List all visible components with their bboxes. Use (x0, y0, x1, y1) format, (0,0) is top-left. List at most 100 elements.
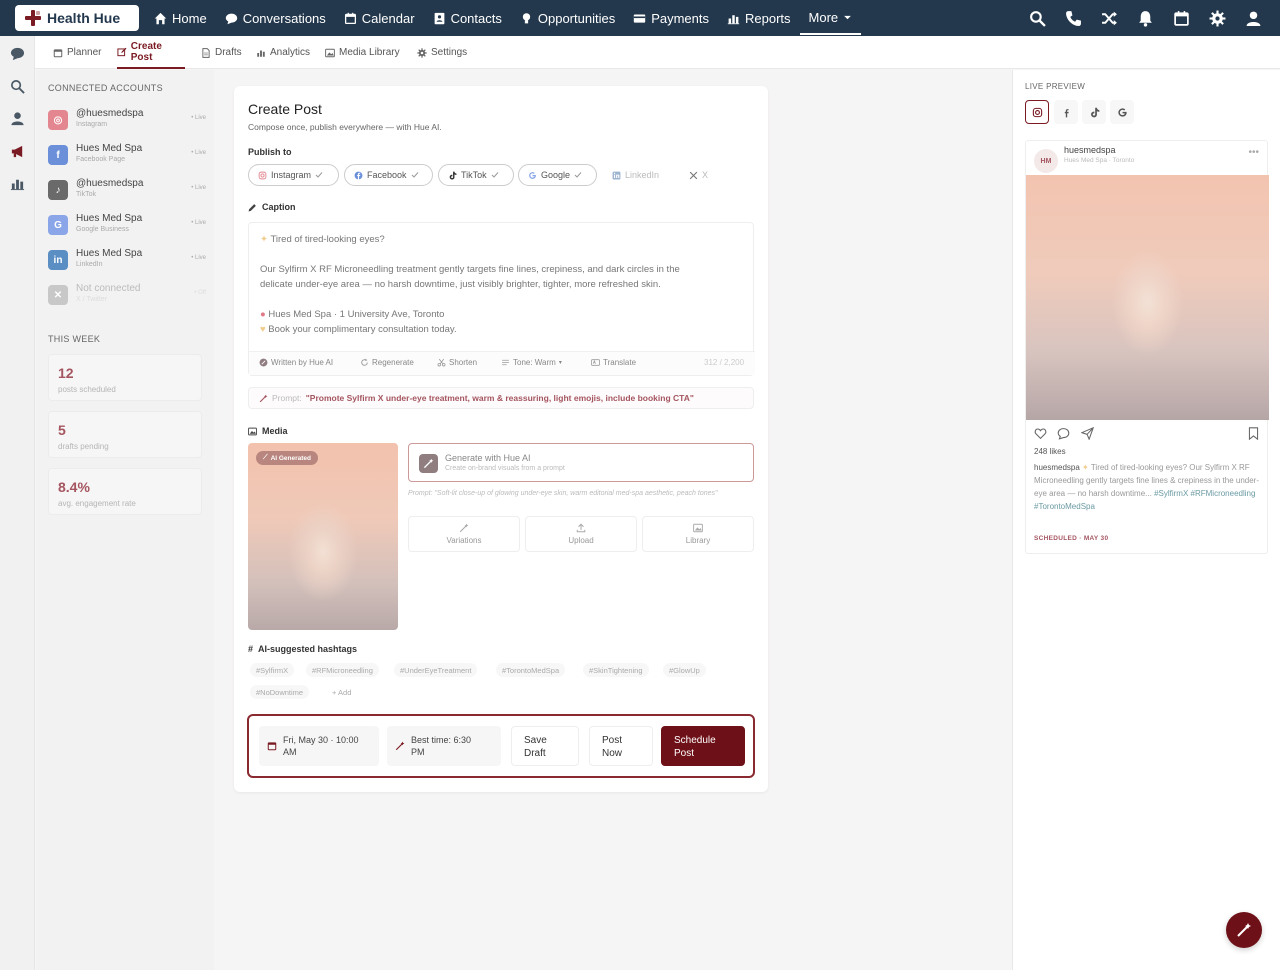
shuffle-icon[interactable] (1101, 10, 1118, 27)
search-icon[interactable] (1029, 10, 1046, 27)
bookmark-icon[interactable] (1247, 427, 1260, 440)
more-options-icon[interactable]: ••• (1248, 147, 1259, 158)
account-row[interactable]: ◎ @huesmedspa Instagram • Live (48, 108, 206, 138)
account-row[interactable]: f Hues Med Spa Facebook Page • Live (48, 143, 206, 173)
account-row[interactable]: ✕ Not connected X / Twitter • Off (48, 283, 206, 313)
search-icon[interactable] (10, 79, 25, 94)
tone-dropdown[interactable]: Tone: Warm ▾ (501, 358, 562, 367)
post-image (1026, 175, 1269, 420)
nav-more-label: More (808, 9, 839, 25)
hashtag-chip[interactable]: #TorontoMedSpa (496, 663, 566, 677)
scheduled-status: SCHEDULED · MAY 30 (1034, 535, 1109, 542)
account-status: • Live (191, 255, 206, 261)
nav-conversations[interactable]: Conversations (216, 0, 335, 36)
channel-chip-facebook[interactable]: Facebook (344, 164, 433, 186)
chat-icon[interactable] (10, 46, 25, 61)
chip-label: X (702, 170, 709, 180)
add-hashtag-button[interactable]: + Add (326, 685, 357, 699)
library-button[interactable]: Library (642, 516, 754, 552)
preview-tab-google[interactable] (1110, 100, 1134, 124)
best-time-suggestion[interactable]: Best time: 6:30 PM (387, 726, 501, 766)
brand-logo[interactable]: Health Hue (15, 5, 139, 31)
channel-chip-linkedin[interactable]: LinkedIn (603, 164, 669, 186)
account-status: • Off (194, 290, 206, 296)
comment-icon[interactable] (1057, 427, 1070, 440)
tab-media-library[interactable]: Media Library (325, 36, 400, 69)
channel-chip-google[interactable]: Google (518, 164, 597, 186)
card-icon (634, 13, 646, 23)
hashtag-chip[interactable]: #SkinTightening (583, 663, 649, 677)
account-row[interactable]: G Hues Med Spa Google Business • Live (48, 213, 206, 243)
pencil-icon (248, 203, 256, 211)
phone-icon[interactable] (1065, 10, 1082, 27)
prompt-text: "Promote Sylfirm X under-eye treatment, … (305, 393, 694, 403)
gear-icon[interactable] (1209, 10, 1226, 27)
tab-planner[interactable]: Planner (53, 36, 101, 69)
channel-chip-instagram[interactable]: Instagram (248, 164, 339, 186)
hashtag-chip[interactable]: #NoDowntime (250, 685, 310, 699)
shorten-button[interactable]: Shorten (437, 358, 477, 367)
tab-analytics[interactable]: Analytics (256, 36, 310, 69)
account-row[interactable]: ♪ @huesmedspa TikTok • Live (48, 178, 206, 208)
megaphone-icon[interactable] (10, 144, 25, 159)
main-nav: Home Conversations Calendar Contacts Opp… (145, 0, 862, 36)
nav-contacts[interactable]: Contacts (424, 0, 511, 36)
preview-tab-tiktok[interactable] (1082, 100, 1106, 124)
save-draft-button[interactable]: Save Draft (511, 726, 579, 766)
magic-wand-icon (419, 454, 438, 473)
preview-tab-facebook[interactable] (1054, 100, 1078, 124)
channel-chip-x[interactable]: X (680, 164, 718, 186)
generated-media-image[interactable]: ⟋ AI Generated (248, 443, 398, 630)
heart-icon[interactable] (1034, 427, 1047, 440)
tab-settings[interactable]: Settings (417, 36, 467, 69)
hashtag-chip[interactable]: #RFMicroneedling (306, 663, 379, 677)
tab-drafts[interactable]: Drafts (201, 36, 242, 69)
tiktok-icon (449, 171, 457, 179)
nav-home[interactable]: Home (145, 0, 216, 36)
share-icon[interactable] (1081, 427, 1094, 440)
ai-badge-text: AI Generated (270, 454, 312, 462)
hashtag-chip[interactable]: #UnderEyeTreatment (394, 663, 478, 677)
nav-reports[interactable]: Reports (718, 0, 800, 36)
document-icon (202, 47, 210, 58)
nav-opportunities[interactable]: Opportunities (511, 0, 624, 36)
ai-assistant-button[interactable] (1226, 912, 1262, 948)
check-icon (315, 172, 323, 178)
upload-button[interactable]: Upload (525, 516, 637, 552)
hashtag-chip[interactable]: #GlowUp (663, 663, 706, 677)
upload-icon (576, 523, 586, 533)
variations-button[interactable]: Variations (408, 516, 520, 552)
ai-prompt-bar[interactable]: Prompt: "Promote Sylfirm X under-eye tre… (248, 387, 754, 409)
schedule-post-button[interactable]: Schedule Post (661, 726, 745, 766)
translate-button[interactable]: Translate (591, 358, 636, 367)
tab-settings-label: Settings (431, 47, 468, 58)
bar-chart-icon[interactable] (10, 176, 25, 191)
account-name: @huesmedspa (76, 108, 144, 119)
regenerate-button[interactable]: Regenerate (360, 358, 414, 367)
magic-wand-icon (395, 741, 405, 751)
schedule-date-picker[interactable]: Fri, May 30 · 10:00 AM (259, 726, 379, 766)
stat-value: 5 (58, 422, 66, 438)
wand-icon: ⟋ (263, 454, 268, 461)
calendar-icon[interactable] (1173, 10, 1190, 27)
user-icon[interactable] (10, 111, 25, 126)
instagram-post-preview: HM huesmedspa Hues Med Spa · Toronto •••… (1025, 140, 1269, 554)
hashtag-chip[interactable]: #SylfirmX (250, 663, 295, 677)
account-row[interactable]: in Hues Med Spa LinkedIn • Live (48, 248, 206, 278)
preview-tab-instagram[interactable] (1025, 100, 1049, 124)
nav-calendar[interactable]: Calendar (335, 0, 424, 36)
tool-label: Translate (603, 358, 637, 367)
channel-chip-tiktok[interactable]: TikTok (438, 164, 514, 186)
post-now-button[interactable]: Post Now (589, 726, 653, 766)
tab-create-post[interactable]: Create Post (117, 36, 185, 69)
bell-icon[interactable] (1137, 10, 1154, 27)
generate-with-ai-button[interactable]: Generate with Hue AI Create on-brand vis… (408, 443, 754, 482)
image-icon (693, 523, 703, 533)
written-by-ai-badge: Written by Hue AI (259, 358, 333, 367)
x-icon: ✕ (48, 285, 68, 305)
caption-editor[interactable]: ✦ Tired of tired-looking eyes? Our Sylfi… (248, 222, 755, 376)
nav-more[interactable]: More (799, 2, 862, 35)
user-icon[interactable] (1245, 10, 1262, 27)
nav-payments[interactable]: Payments (624, 0, 718, 36)
image-prompt-text: Prompt: "Soft-lit close-up of glowing un… (408, 490, 718, 497)
